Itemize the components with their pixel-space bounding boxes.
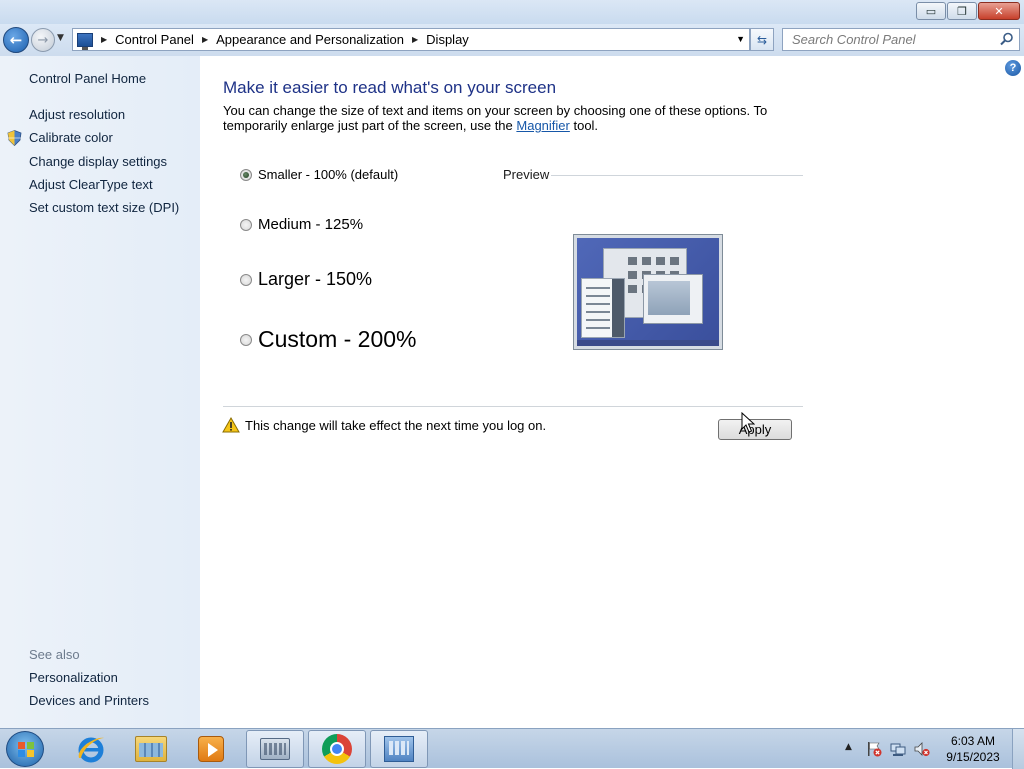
shield-icon [7, 130, 22, 146]
action-center-flag-icon[interactable] [866, 741, 882, 757]
media-player-icon [198, 736, 224, 762]
chevron-right-icon[interactable]: ▶ [412, 35, 418, 44]
radio-button[interactable] [240, 273, 252, 286]
page-description: You can change the size of text and item… [223, 103, 783, 133]
help-icon[interactable]: ? [1005, 60, 1021, 76]
address-bar[interactable]: ▶ Control Panel ▶ Appearance and Persona… [72, 28, 750, 51]
chevron-right-icon[interactable]: ▶ [101, 35, 107, 44]
radio-button[interactable] [240, 333, 252, 346]
show-desktop-button[interactable] [1012, 729, 1024, 769]
radio-button-checked[interactable] [240, 168, 252, 181]
sidebar-item-calibrate-color[interactable]: Calibrate color [29, 130, 113, 145]
network-icon[interactable] [890, 741, 906, 757]
preview-image [573, 234, 723, 350]
control-panel-icon [384, 736, 414, 762]
preview-window [581, 278, 625, 338]
preview-divider [551, 175, 803, 176]
taskbar-chrome[interactable] [308, 730, 366, 768]
option-medium[interactable]: Medium - 125% [240, 216, 363, 233]
option-label: Medium - 125% [258, 216, 364, 233]
breadcrumb-appearance[interactable]: Appearance and Personalization [216, 32, 404, 47]
volume-muted-icon[interactable] [914, 741, 930, 757]
sidebar-item-personalization[interactable]: Personalization [29, 670, 118, 685]
chevron-down-icon[interactable]: ▼ [736, 34, 745, 44]
back-arrow-icon: ← [9, 31, 23, 49]
breadcrumb-display[interactable]: Display [426, 32, 469, 47]
search-input[interactable] [790, 31, 990, 48]
option-larger[interactable]: Larger - 150% [240, 269, 372, 290]
taskbar-internet-explorer[interactable] [62, 730, 120, 768]
sidebar-item-custom-dpi[interactable]: Set custom text size (DPI) [29, 200, 179, 215]
close-button[interactable]: ✕ [978, 2, 1020, 20]
recent-pages-dropdown[interactable]: ▼ [57, 33, 64, 43]
description-tail: tool. [569, 118, 599, 133]
magnifier-link[interactable]: Magnifier [516, 118, 569, 133]
preview-taskbar [577, 340, 719, 346]
search-box [782, 28, 1020, 51]
search-icon[interactable] [1000, 32, 1014, 46]
sidebar-item-adjust-resolution[interactable]: Adjust resolution [29, 107, 125, 122]
navigation-bar: ← → ▼ ▶ Control Panel ▶ Appearance and P… [0, 24, 1024, 56]
back-button[interactable]: ← [3, 27, 29, 53]
sidebar-item-devices-printers[interactable]: Devices and Printers [29, 693, 149, 708]
start-button[interactable] [6, 731, 44, 767]
system-clock[interactable]: 6:03 AM 9/15/2023 [940, 733, 1006, 765]
preview-label: Preview [503, 167, 550, 182]
clock-time: 6:03 AM [950, 734, 996, 748]
sidebar-item-control-panel-home[interactable]: Control Panel Home [29, 71, 146, 86]
minimize-button[interactable]: ▭ [916, 2, 946, 20]
refresh-button[interactable]: ⇆ [750, 28, 774, 51]
keyboard-icon [260, 738, 290, 760]
option-label: Smaller - 100% (default) [258, 167, 399, 182]
forward-arrow-icon: → [37, 32, 49, 48]
internet-explorer-icon [78, 737, 104, 763]
control-panel-icon [77, 32, 93, 50]
breadcrumb-control-panel[interactable]: Control Panel [115, 32, 194, 47]
taskbar-file-explorer[interactable] [122, 730, 180, 768]
warning-icon [222, 417, 240, 433]
mouse-cursor-icon [741, 412, 755, 433]
radio-button[interactable] [240, 218, 252, 231]
clock-date: 9/15/2023 [946, 750, 1000, 764]
option-label: Custom - 200% [258, 326, 417, 352]
window-controls: ▭ ❐ ✕ [916, 2, 1020, 20]
chevron-right-icon[interactable]: ▶ [202, 35, 208, 44]
preview-window [643, 274, 703, 324]
chrome-icon [322, 734, 352, 764]
sidebar-item-change-display-settings[interactable]: Change display settings [29, 154, 167, 169]
option-label: Larger - 150% [258, 269, 373, 289]
divider [223, 406, 803, 407]
file-explorer-icon [135, 736, 167, 762]
taskbar-on-screen-keyboard[interactable] [246, 730, 304, 768]
apply-button[interactable]: Apply [718, 419, 792, 440]
option-smaller[interactable]: Smaller - 100% (default) [240, 167, 398, 182]
description-text: You can change the size of text and item… [223, 103, 768, 133]
warning-message: This change will take effect the next ti… [245, 418, 547, 433]
forward-button[interactable]: → [31, 28, 55, 52]
taskbar-media-player[interactable] [182, 730, 240, 768]
option-custom[interactable]: Custom - 200% [240, 326, 417, 353]
taskbar: ▲ 6:03 AM 9/15/2023 [0, 728, 1024, 769]
sidebar: Control Panel Home Adjust resolution Cal… [0, 56, 200, 728]
refresh-icon: ⇆ [756, 32, 768, 47]
page-title: Make it easier to read what's on your sc… [223, 78, 557, 97]
sidebar-item-adjust-cleartype[interactable]: Adjust ClearType text [29, 177, 153, 192]
main-content: ? Make it easier to read what's on your … [200, 56, 1024, 728]
preview-desktop [577, 238, 719, 346]
taskbar-control-panel[interactable] [370, 730, 428, 768]
maximize-button[interactable]: ❐ [947, 2, 977, 20]
title-bar: ▭ ❐ ✕ [0, 0, 1024, 24]
show-hidden-icons-button[interactable]: ▲ [845, 742, 852, 752]
see-also-heading: See also [29, 647, 80, 662]
